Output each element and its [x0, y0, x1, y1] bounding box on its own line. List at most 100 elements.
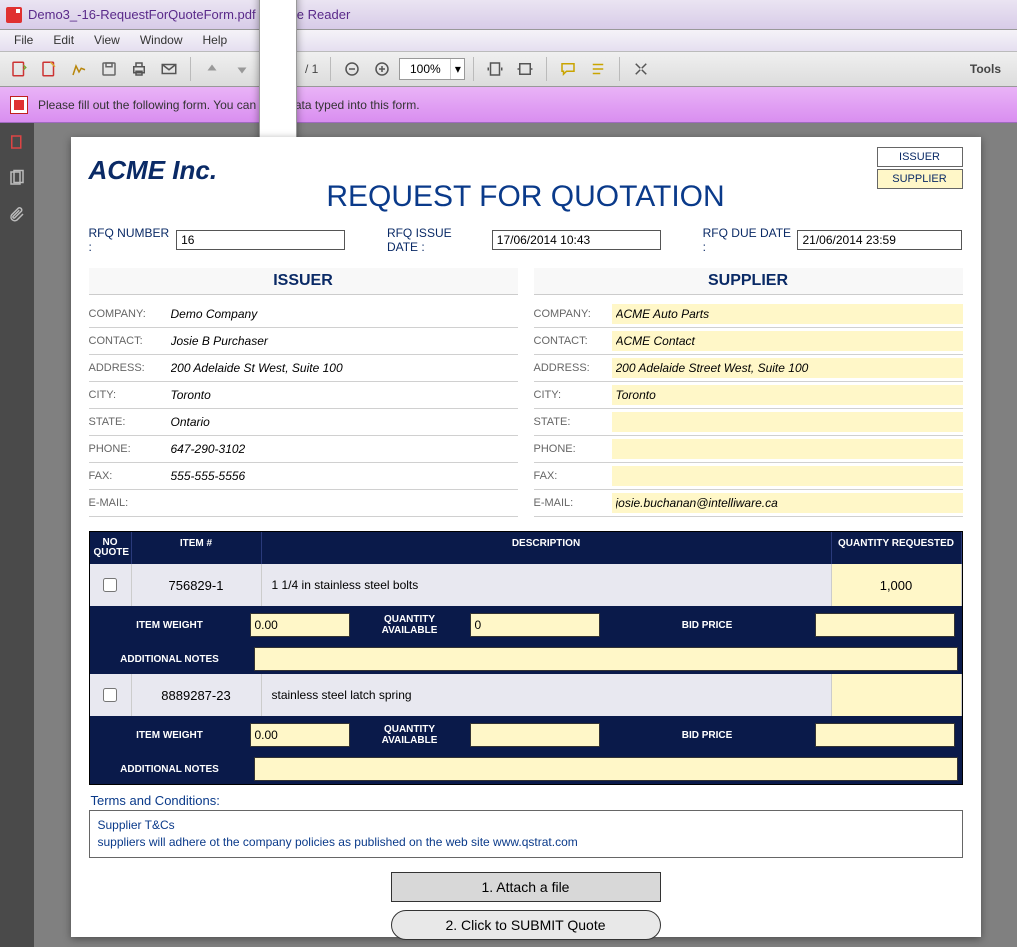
- attach-file-button[interactable]: 1. Attach a file: [391, 872, 661, 902]
- supplier-fax[interactable]: [612, 466, 963, 486]
- menubar: File Edit View Window Help: [0, 30, 1017, 52]
- zoom-input[interactable]: [400, 59, 450, 79]
- qty-available-input[interactable]: [470, 613, 600, 637]
- separator: [473, 57, 474, 81]
- label-contact: CONTACT:: [89, 335, 167, 347]
- grid-row: 756829-1 1 1/4 in stainless steel bolts …: [90, 564, 962, 606]
- menu-edit[interactable]: Edit: [43, 30, 84, 51]
- tools-panel-button[interactable]: Tools: [960, 58, 1011, 80]
- item-description: 1 1/4 in stainless steel bolts: [262, 564, 832, 606]
- export-pdf-icon[interactable]: [6, 56, 32, 82]
- label-email: E-MAIL:: [534, 497, 612, 509]
- supplier-email[interactable]: [612, 493, 963, 513]
- issuer-fax[interactable]: [167, 466, 518, 486]
- additional-notes-input[interactable]: [254, 647, 958, 671]
- grid-subrow: ITEM WEIGHT QUANTITY AVAILABLE BID PRICE: [90, 716, 962, 754]
- no-quote-checkbox[interactable]: [103, 688, 117, 702]
- create-pdf-icon[interactable]: [36, 56, 62, 82]
- supplier-phone[interactable]: [612, 439, 963, 459]
- issuer-email[interactable]: [167, 493, 518, 513]
- form-info-message: Please fill out the following form. You …: [38, 98, 420, 112]
- col-description: DESCRIPTION: [262, 532, 832, 564]
- rfq-issue-label: RFQ ISSUE DATE :: [387, 226, 486, 254]
- qty-available-input[interactable]: [470, 723, 600, 747]
- form-info-bar: Please fill out the following form. You …: [0, 87, 1017, 123]
- issuer-state[interactable]: [167, 412, 518, 432]
- menu-window[interactable]: Window: [130, 30, 193, 51]
- label-bid-price: BID PRICE: [600, 612, 815, 639]
- thumbnails-icon[interactable]: [6, 131, 28, 153]
- additional-notes-input[interactable]: [254, 757, 958, 781]
- save-icon[interactable]: [96, 56, 122, 82]
- items-grid: NO QUOTE ITEM # DESCRIPTION QUANTITY REQ…: [89, 531, 963, 785]
- fit-page-icon[interactable]: [482, 56, 508, 82]
- zoom-out-icon[interactable]: [339, 56, 365, 82]
- supplier-contact[interactable]: [612, 331, 963, 351]
- issuer-phone[interactable]: [167, 439, 518, 459]
- menu-view[interactable]: View: [84, 30, 130, 51]
- role-issuer-button[interactable]: ISSUER: [877, 147, 963, 167]
- zoom-level[interactable]: ▾: [399, 58, 465, 80]
- menu-help[interactable]: Help: [193, 30, 238, 51]
- no-quote-checkbox[interactable]: [103, 578, 117, 592]
- label-additional-notes: ADDITIONAL NOTES: [90, 756, 250, 783]
- label-email: E-MAIL:: [89, 497, 167, 509]
- role-supplier-button[interactable]: SUPPLIER: [877, 169, 963, 189]
- email-icon[interactable]: [156, 56, 182, 82]
- page-down-icon[interactable]: [229, 56, 255, 82]
- highlight-icon[interactable]: [585, 56, 611, 82]
- item-weight-input[interactable]: [250, 723, 350, 747]
- print-icon[interactable]: [126, 56, 152, 82]
- issuer-column: ISSUER COMPANY: CONTACT: ADDRESS: CITY: …: [89, 268, 518, 517]
- form-icon: [10, 96, 28, 114]
- read-mode-icon[interactable]: [628, 56, 654, 82]
- document-viewport[interactable]: ISSUER SUPPLIER ACME Inc. REQUEST FOR QU…: [34, 123, 1017, 947]
- action-buttons: 1. Attach a file 2. Click to SUBMIT Quot…: [89, 872, 963, 940]
- label-city: CITY:: [89, 389, 167, 401]
- no-quote-cell: [90, 564, 132, 606]
- label-additional-notes: ADDITIONAL NOTES: [90, 646, 250, 673]
- label-address: ADDRESS:: [89, 362, 167, 374]
- separator: [330, 57, 331, 81]
- issuer-company[interactable]: [167, 304, 518, 324]
- terms-box: Supplier T&Cs suppliers will adhere ot t…: [89, 810, 963, 858]
- zoom-in-icon[interactable]: [369, 56, 395, 82]
- rfq-number-label: RFQ NUMBER :: [89, 226, 171, 254]
- rfq-issue-input[interactable]: [492, 230, 661, 250]
- label-contact: CONTACT:: [534, 335, 612, 347]
- submit-quote-button[interactable]: 2. Click to SUBMIT Quote: [391, 910, 661, 940]
- page-title: REQUEST FOR QUOTATION: [89, 180, 963, 214]
- page-up-icon[interactable]: [199, 56, 225, 82]
- issuer-address[interactable]: [167, 358, 518, 378]
- supplier-state[interactable]: [612, 412, 963, 432]
- pages-icon[interactable]: [6, 167, 28, 189]
- rfq-number-input[interactable]: [176, 230, 345, 250]
- sidebar: [0, 123, 34, 947]
- bid-price-input[interactable]: [815, 723, 955, 747]
- qty-requested: [832, 674, 962, 716]
- bid-price-input[interactable]: [815, 613, 955, 637]
- label-item-weight: ITEM WEIGHT: [90, 722, 250, 749]
- issuer-city[interactable]: [167, 385, 518, 405]
- label-bid-price: BID PRICE: [600, 722, 815, 749]
- chevron-down-icon[interactable]: ▾: [450, 59, 464, 79]
- supplier-city[interactable]: [612, 385, 963, 405]
- item-weight-input[interactable]: [250, 613, 350, 637]
- supplier-company[interactable]: [612, 304, 963, 324]
- separator: [546, 57, 547, 81]
- fit-width-icon[interactable]: [512, 56, 538, 82]
- menu-file[interactable]: File: [4, 30, 43, 51]
- label-company: COMPANY:: [534, 308, 612, 320]
- issuer-contact[interactable]: [167, 331, 518, 351]
- sign-icon[interactable]: [66, 56, 92, 82]
- page-total: / 1: [301, 62, 322, 76]
- attachments-icon[interactable]: [6, 203, 28, 225]
- comment-icon[interactable]: [555, 56, 581, 82]
- label-company: COMPANY:: [89, 308, 167, 320]
- grid-subrow: ITEM WEIGHT QUANTITY AVAILABLE BID PRICE: [90, 606, 962, 644]
- supplier-address[interactable]: [612, 358, 963, 378]
- item-description: stainless steel latch spring: [262, 674, 832, 716]
- grid-row: 8889287-23 stainless steel latch spring: [90, 674, 962, 716]
- rfq-due-input[interactable]: [797, 230, 962, 250]
- role-buttons: ISSUER SUPPLIER: [877, 147, 963, 189]
